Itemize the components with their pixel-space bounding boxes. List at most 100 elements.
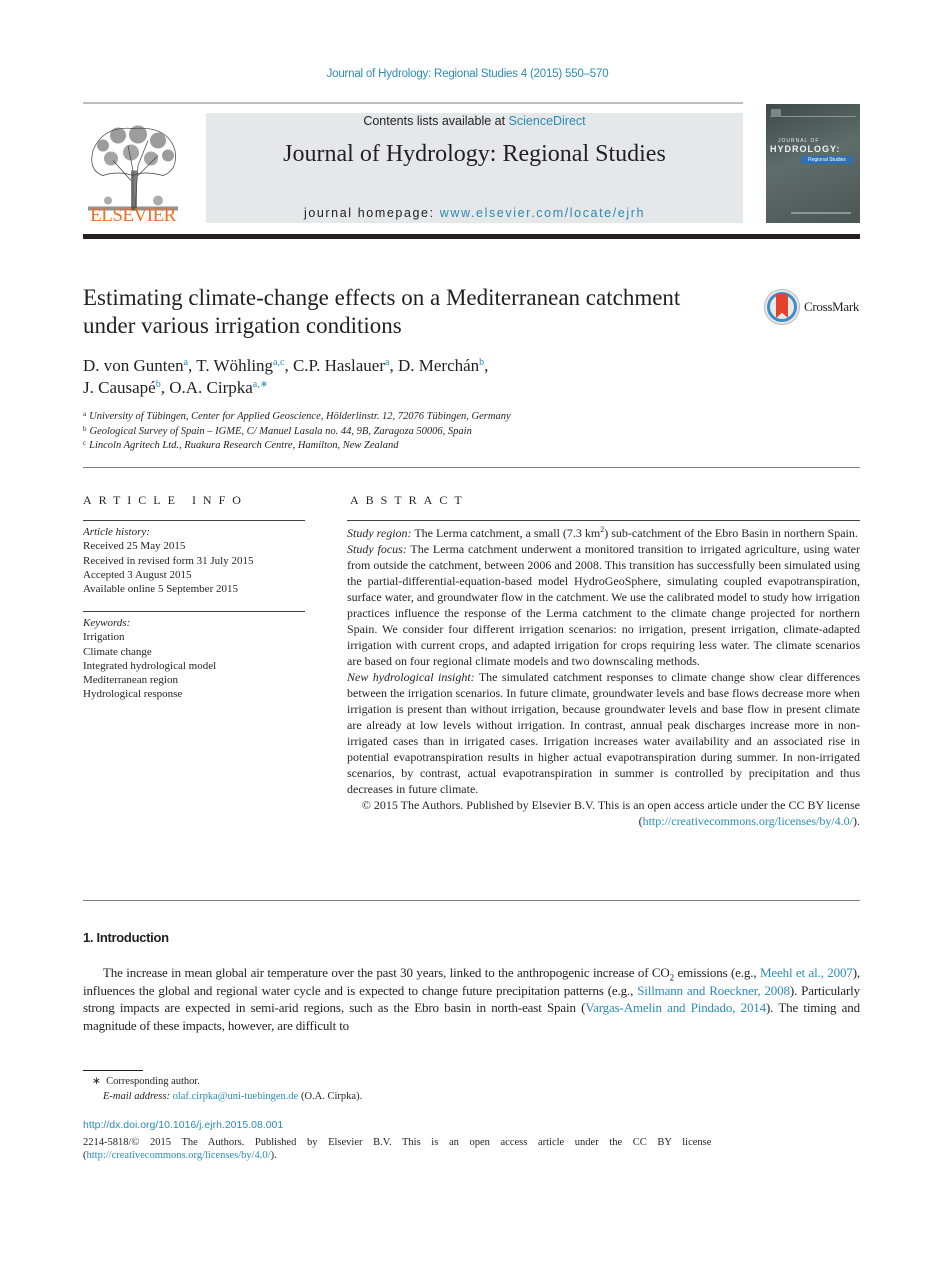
affiliation-text: Geological Survey of Spain – IGME, C/ Ma… xyxy=(89,425,472,437)
crossmark-label: CrossMark xyxy=(804,299,860,314)
corresponding-text: Corresponding author. xyxy=(106,1076,200,1087)
abstract-study-region: Study region: The Lerma catchment, a sma… xyxy=(347,525,860,541)
author-list: D. von Guntena, T. Wöhlinga,c, C.P. Hasl… xyxy=(83,355,783,399)
affiliation-text: University of Tübingen, Center for Appli… xyxy=(89,411,511,422)
introduction-paragraph: The increase in mean global air temperat… xyxy=(83,964,860,1034)
license-link-line: (http://creativecommons.org/licenses/by/… xyxy=(83,1150,277,1161)
affiliation-item: a University of Tübingen, Center for Appl… xyxy=(83,410,860,425)
cover-line-3: Regional Studies xyxy=(801,156,853,164)
copyright-end: ). xyxy=(853,814,860,828)
affiliation-text: Lincoln Agritech Ltd., Ruakura Research … xyxy=(89,440,399,451)
history-item: Available online 5 September 2015 xyxy=(83,583,238,596)
cover-line-2: HYDROLOGY: xyxy=(770,144,841,154)
abstract-heading: ABSTRACT xyxy=(350,493,469,507)
crossmark-button[interactable]: CrossMark xyxy=(764,289,864,327)
intro-text: The increase in mean global air temperat… xyxy=(103,965,670,980)
keywords-label: Keywords: xyxy=(83,617,131,629)
journal-title: Journal of Hydrology: Regional Studies xyxy=(283,141,666,167)
affiliation-key: b xyxy=(83,424,87,433)
author-name: D. Merchán xyxy=(397,356,480,375)
affiliation-item: c Lincoln Agritech Ltd., Ruakura Research… xyxy=(83,439,860,454)
citation-link[interactable]: Meehl et al., 2007 xyxy=(760,965,853,980)
homepage-prefix: journal homepage: xyxy=(303,206,440,220)
article-title: Estimating climate-change effects on a M… xyxy=(83,285,681,338)
corresponding-author-note: ∗ Corresponding author. xyxy=(92,1075,792,1090)
author-separator: , xyxy=(484,356,489,375)
study-focus-label: Study focus: xyxy=(347,542,407,556)
corresponding-mark: ∗ xyxy=(92,1076,101,1087)
elsevier-wordmark: ELSEVIER xyxy=(90,205,176,226)
author-separator: , xyxy=(284,356,293,375)
cover-top-line xyxy=(770,108,856,117)
history-item: Received in revised form 31 July 2015 xyxy=(83,554,254,567)
cover-logo-icon xyxy=(771,109,781,117)
section-heading-introduction: 1. Introduction xyxy=(83,930,169,945)
article-info-rule xyxy=(83,520,305,521)
abstract-divider xyxy=(83,900,860,901)
keyword-item: Hydrological response xyxy=(83,688,183,701)
affiliation-key: a xyxy=(83,410,87,418)
author[interactable]: D. von Guntena xyxy=(83,356,188,375)
insight-label: New hydrological insight: xyxy=(347,670,475,684)
study-region-label: Study region: xyxy=(347,526,412,540)
insight-text: The simulated catchment responses to cli… xyxy=(347,670,860,796)
keyword-item: Integrated hydrological model xyxy=(83,659,217,672)
affiliation-key: c xyxy=(83,439,87,447)
affiliation-divider xyxy=(83,467,860,468)
author-name: O.A. Cirpka xyxy=(169,378,253,397)
journal-homepage-link[interactable]: www.elsevier.com/locate/ejrh xyxy=(440,206,645,220)
author-name: D. von Gunten xyxy=(83,356,184,375)
author-separator: , xyxy=(160,378,170,397)
footer-license-link[interactable]: http://creativecommons.org/licenses/by/4… xyxy=(87,1150,271,1161)
author[interactable]: D. Merchánb xyxy=(398,356,484,375)
article-history-label: Article history: xyxy=(83,526,150,538)
abstract-study-focus: Study focus: The Lerma catchment underwe… xyxy=(347,541,860,669)
masthead-top-rule xyxy=(83,102,743,104)
author[interactable]: T. Wöhlinga,c xyxy=(196,356,284,375)
footnote-block: ∗ Corresponding author. E-mail address: … xyxy=(92,1075,792,1104)
email-note: E-mail address: olaf.cirpka@uni-tuebinge… xyxy=(92,1090,792,1105)
homepage-line: journal homepage: www.elsevier.com/locat… xyxy=(206,206,743,220)
history-item: Received 25 May 2015 xyxy=(83,540,186,553)
masthead-thick-rule xyxy=(83,234,860,239)
contents-prefix: Contents lists available at xyxy=(363,114,509,128)
author-name: C.P. Haslauer xyxy=(292,356,386,375)
license-line: 2214-5818/© 2015 The Authors. Published … xyxy=(83,1137,712,1148)
footnote-rule xyxy=(83,1070,143,1071)
author[interactable]: J. Causapéb xyxy=(83,378,161,397)
abstract-copyright: © 2015 The Authors. Published by Elsevie… xyxy=(347,797,860,829)
author-name: J. Causapé xyxy=(83,378,156,397)
cc-license-link[interactable]: http://creativecommons.org/licenses/by/4… xyxy=(643,814,853,828)
keyword-item: Mediterranean region xyxy=(83,674,178,687)
author[interactable]: O.A. Cirpkaa,∗ xyxy=(169,378,268,397)
sciencedirect-link[interactable]: ScienceDirect xyxy=(509,114,586,128)
study-region-text-end: ) sub-catchment of the Ebro Basin in nor… xyxy=(604,526,858,540)
journal-cover-image[interactable]: JOURNAL OF HYDROLOGY: Regional Studies xyxy=(766,104,860,223)
abstract-rule xyxy=(347,520,860,521)
article-info-heading: ARTICLE INFO xyxy=(83,493,248,507)
running-header: Journal of Hydrology: Regional Studies 4… xyxy=(326,68,609,80)
history-item: Accepted 3 August 2015 xyxy=(83,568,192,581)
intro-text: emissions (e.g., xyxy=(674,965,760,980)
cover-bottom-line xyxy=(791,212,851,214)
study-focus-text: The Lerma catchment underwent a monitore… xyxy=(347,542,860,668)
keywords: Keywords: Irrigation Climate change Inte… xyxy=(83,616,305,702)
email-label: E-mail address: xyxy=(103,1090,170,1102)
abstract-insight: New hydrological insight: The simulated … xyxy=(347,669,860,797)
doi-link[interactable]: http://dx.doi.org/10.1016/j.ejrh.2015.08… xyxy=(83,1119,283,1131)
author-email-link[interactable]: olaf.cirpka@uni-tuebingen.de xyxy=(173,1091,299,1102)
study-region-text: The Lerma catchment, a small (7.3 km xyxy=(411,526,601,540)
citation-link[interactable]: Vargas-Amelin and Pindado, 2014 xyxy=(585,1000,766,1015)
author-name: T. Wöhling xyxy=(196,356,274,375)
license-close: ). xyxy=(270,1150,277,1161)
author-separator: , xyxy=(389,356,398,375)
contents-line: Contents lists available at ScienceDirec… xyxy=(206,114,743,128)
author-affiliation-link[interactable]: a,c xyxy=(273,357,284,368)
article-history: Article history: Received 25 May 2015 Re… xyxy=(83,525,305,596)
affiliation-list: a University of Tübingen, Center for Appl… xyxy=(83,410,860,454)
author[interactable]: C.P. Haslauera xyxy=(293,356,390,375)
keyword-item: Climate change xyxy=(83,645,152,658)
abstract-body: Study region: The Lerma catchment, a sma… xyxy=(347,525,860,829)
citation-link[interactable]: Sillmann and Roeckner, 2008 xyxy=(637,983,790,998)
author-affiliation-link[interactable]: a,∗ xyxy=(253,379,268,390)
